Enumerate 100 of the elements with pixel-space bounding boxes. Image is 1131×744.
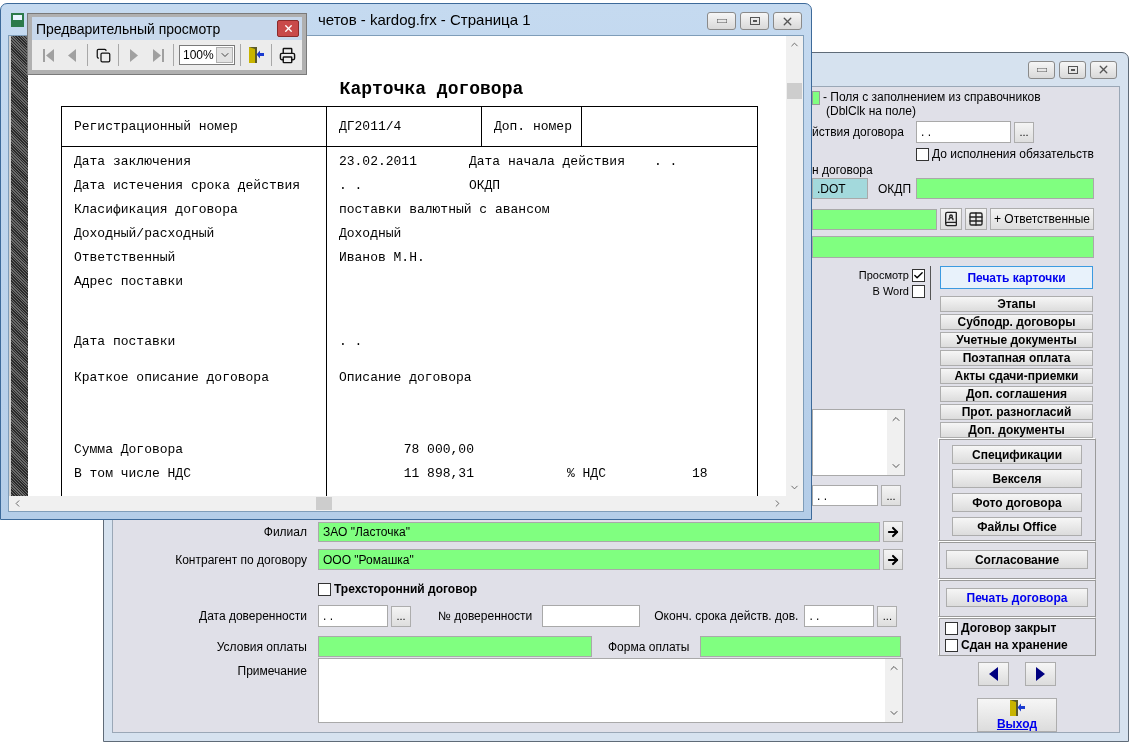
attachment-button[interactable]: Файлы Office [952,517,1082,536]
picker-button[interactable]: ... [1014,121,1034,143]
section-button[interactable]: Поэтапная оплата [940,350,1093,366]
header-cell: Доп. номер [481,107,582,146]
section-button[interactable]: Акты сдачи-приемки [940,368,1093,384]
field-label: Дата доверенности [198,609,307,623]
close-button[interactable] [773,12,802,30]
date-field[interactable]: . . [812,485,878,506]
legend-note: (DblClk на поле) [826,104,917,118]
checkbox-label: Трехсторонний договор [334,582,478,596]
field-label: ОКДП [878,181,913,196]
picker-button[interactable]: ... [877,605,898,627]
door-icon [1008,699,1026,717]
row-value: . . [338,177,363,195]
scroll-thumb[interactable] [787,83,803,99]
address-book-icon [943,211,959,227]
print-card-button[interactable]: Печать карточки [940,266,1093,289]
close-button[interactable] [1090,60,1117,79]
section-button[interactable]: Учетные документы [940,332,1093,348]
field-label: йствия договора [812,125,905,139]
row-value: Доходный [338,225,402,243]
field-label: Филиал [262,524,307,539]
section-button[interactable]: Доп. соглашения [940,386,1093,402]
memo-field[interactable] [812,409,905,476]
zoom-dropdown[interactable]: 100% [179,45,235,65]
arrow-right-icon [886,552,900,567]
row-label: Ответственный [73,250,176,265]
minimize-icon [1036,67,1047,72]
checkbox[interactable] [912,284,925,298]
date-field[interactable]: . . [916,121,1011,143]
close-button[interactable] [277,20,299,37]
checkbox[interactable] [945,621,958,635]
first-page-icon [42,48,54,62]
right-triangle-icon [1036,667,1045,681]
note-field[interactable] [318,658,903,723]
section-button[interactable]: Этапы [940,296,1093,312]
table-button[interactable] [965,208,987,230]
section-button[interactable]: Субподр. договоры [940,314,1093,330]
pages-icon [95,47,111,63]
lookup-field[interactable] [812,236,1094,258]
field-label: Условия оплаты [215,639,307,654]
section-button[interactable]: Прот. разногласий [940,404,1093,420]
checkbox[interactable] [318,582,331,596]
row-value: 18 [691,465,709,483]
template-field[interactable]: .DOT [812,178,868,199]
header-cell: ДГ2011/4 [326,107,482,146]
attachment-button[interactable]: Фото договора [952,493,1082,512]
next-button[interactable] [1025,662,1056,686]
row-label: ОКДП [468,177,502,195]
text-field[interactable] [542,605,641,627]
field-label: Контрагент по договору [174,552,307,567]
print-contract-button[interactable]: Печать договора [946,588,1088,607]
open-button[interactable] [883,549,903,570]
row-value: поставки валютный с авансом [338,201,550,219]
row-value: Иванов М.Н. [338,249,425,267]
attachment-button[interactable]: Векселя [952,469,1082,488]
picker-button[interactable]: ... [391,605,411,627]
previous-button[interactable] [978,662,1009,686]
branch-field[interactable]: ЗАО "Ласточка" [318,521,880,542]
legend-text: - Поля с заполнением из справочников [823,90,1041,104]
toolbar-title: Предварительный просмотр [36,20,221,37]
scroll-thumb[interactable] [316,497,332,510]
date-field[interactable]: . . [318,605,388,627]
payment-form-field[interactable] [700,636,902,657]
row-label: Дата заключения [73,154,191,169]
attachment-button[interactable]: Спецификации [952,445,1082,464]
minimize-button[interactable] [1028,60,1055,79]
okdp-field[interactable] [916,178,1094,199]
row-label: Дата поставки [73,334,176,349]
checkbox-label: До исполнения обязательств [932,147,1094,161]
field-label: № доверенности [438,609,533,623]
counterparty-field[interactable]: ООО "Ромашка" [318,549,880,570]
row-label: Класификация договора [73,202,238,217]
lookup-field[interactable] [812,208,937,230]
next-page-icon [130,48,138,62]
exit-button[interactable]: Выход [977,698,1057,732]
open-button[interactable] [883,521,903,542]
approval-button[interactable]: Согласование [946,550,1088,569]
checkbox[interactable] [916,147,929,161]
directory-button[interactable] [940,208,962,230]
row-value: Описание договора [338,369,472,387]
row-label: % НДС [566,465,607,483]
payment-terms-field[interactable] [318,636,592,657]
minimize-button[interactable] [707,12,736,30]
close-icon [1097,63,1110,76]
checkbox-label: Сдан на хранение [961,638,1068,652]
last-page-icon [152,48,164,62]
picker-button[interactable]: ... [881,485,901,506]
date-field[interactable]: . . [804,605,875,627]
checkbox-label: Просмотр [858,269,909,281]
maximize-button[interactable] [1059,60,1086,79]
header-cell: Регистрационный номер [61,107,327,146]
add-responsible-button[interactable]: + Ответственные [990,208,1094,230]
maximize-button[interactable] [740,12,769,30]
section-button[interactable]: Доп. документы [940,422,1093,438]
checkbox[interactable] [912,268,925,282]
checkbox[interactable] [945,638,958,652]
arrow-right-icon [886,524,900,539]
close-icon [282,23,294,34]
row-value: 78 000,00 [403,441,474,459]
